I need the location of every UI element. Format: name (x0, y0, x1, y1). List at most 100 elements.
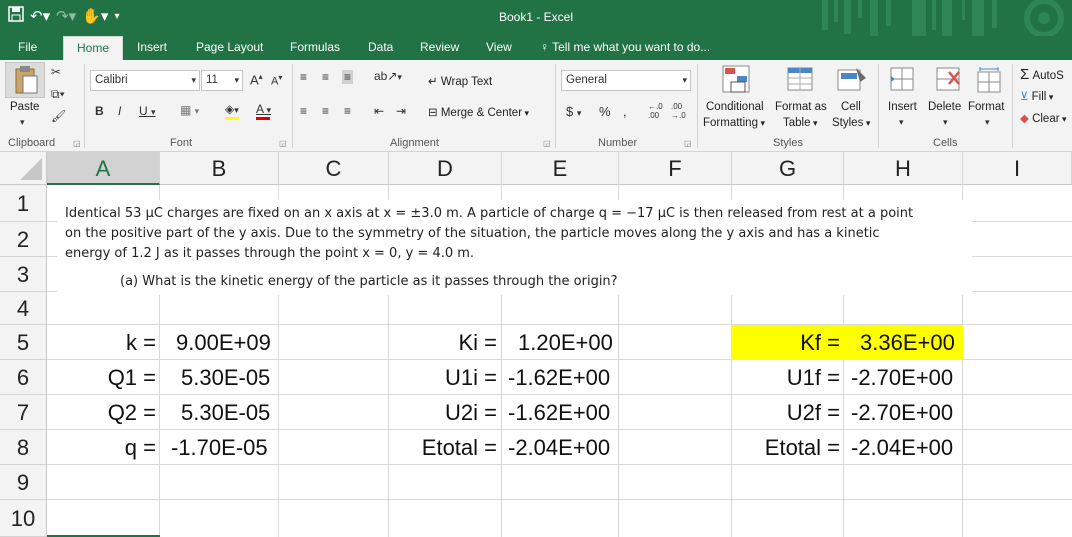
paste-dropdown-icon[interactable]: ▾ (20, 117, 25, 128)
row-header-8[interactable]: 8 (0, 430, 47, 465)
tell-me-search[interactable]: ♀ Tell me what you want to do... (534, 36, 716, 60)
tab-page-layout[interactable]: Page Layout (190, 36, 269, 60)
comma-style-icon[interactable]: , (623, 104, 627, 119)
align-bottom-icon[interactable]: ≡ (342, 70, 354, 84)
fill-button[interactable]: ⊻ Fill ▾ (1020, 89, 1053, 103)
cell-a5[interactable]: k = (48, 325, 156, 360)
cell-e7[interactable]: -1.62E+00 (508, 395, 610, 430)
cell-d5[interactable]: Ki = (390, 325, 497, 360)
fill-color-icon[interactable]: ◈▾ (225, 102, 239, 120)
align-right-icon[interactable]: ≡ (344, 104, 351, 118)
tab-formulas[interactable]: Formulas (284, 36, 346, 60)
align-top-icon[interactable]: ≡ (300, 70, 307, 84)
cell-g7[interactable]: U2f = (733, 395, 840, 430)
row-header-1[interactable]: 1 (0, 185, 47, 222)
format-painter-icon[interactable]: 🖌 (51, 109, 66, 123)
row-header-3[interactable]: 3 (0, 257, 47, 292)
format-button[interactable]: Format (968, 101, 1004, 113)
tab-home[interactable]: Home (63, 36, 123, 60)
italic-icon[interactable]: I (118, 104, 121, 118)
row-header-6[interactable]: 6 (0, 360, 47, 395)
row-header-9[interactable]: 9 (0, 465, 47, 500)
cell-styles-button-line2[interactable]: Styles ▾ (832, 117, 870, 129)
cell-e8[interactable]: -2.04E+00 (508, 430, 610, 465)
select-all-corner[interactable] (0, 152, 47, 185)
autosum-button[interactable]: Σ AutoS (1020, 66, 1064, 83)
font-color-icon[interactable]: A ▾ (256, 102, 271, 120)
borders-icon[interactable]: ▦ ▾ (180, 103, 199, 117)
column-header-a[interactable]: A (47, 152, 160, 185)
font-name-box[interactable]: Calibri ▾ (90, 70, 200, 91)
decrease-indent-icon[interactable]: ⇤ (374, 104, 384, 118)
currency-icon[interactable]: $ ▾ (566, 104, 581, 119)
align-left-icon[interactable]: ≡ (300, 104, 307, 118)
bold-icon[interactable]: B (95, 104, 104, 118)
tab-insert[interactable]: Insert (131, 36, 173, 60)
column-header-d[interactable]: D (389, 152, 502, 185)
alignment-launcher-icon[interactable]: ◲ (543, 139, 551, 148)
wrap-text-button[interactable]: ↵ Wrap Text (428, 74, 492, 88)
problem-statement-image[interactable]: Identical 53 μC charges are fixed on an … (57, 200, 972, 295)
column-header-h[interactable]: H (844, 152, 963, 185)
conditional-formatting-button[interactable]: Conditional (706, 101, 764, 113)
font-launcher-icon[interactable]: ◲ (279, 139, 287, 148)
increase-indent-icon[interactable]: ⇥ (396, 104, 406, 118)
number-launcher-icon[interactable]: ◲ (684, 139, 692, 148)
column-header-i[interactable]: I (963, 152, 1072, 185)
decrease-decimal-icon[interactable]: .00 →.0 (671, 102, 686, 120)
tab-view[interactable]: View (480, 36, 518, 60)
column-header-e[interactable]: E (502, 152, 619, 185)
clipboard-launcher-icon[interactable]: ◲ (73, 139, 81, 148)
decrease-font-icon[interactable]: A▾ (271, 73, 282, 88)
cell-a6[interactable]: Q1 = (48, 360, 156, 395)
format-dropdown-icon[interactable]: ▾ (985, 117, 990, 128)
orientation-icon[interactable]: ab↗▾ (374, 69, 402, 83)
cell-h7[interactable]: -2.70E+00 (851, 395, 953, 430)
cell-b5[interactable]: 9.00E+09 (176, 325, 271, 360)
tab-file[interactable]: File (12, 36, 43, 60)
column-header-g[interactable]: G (732, 152, 844, 185)
cut-icon[interactable]: ✂ (51, 65, 61, 79)
cell-h8[interactable]: -2.04E+00 (851, 430, 953, 465)
cell-b8[interactable]: -1.70E-05 (171, 430, 268, 465)
insert-button[interactable]: Insert (888, 101, 917, 113)
row-header-5[interactable]: 5 (0, 325, 47, 360)
column-header-c[interactable]: C (279, 152, 389, 185)
underline-icon[interactable]: U ▾ (139, 104, 156, 118)
percent-icon[interactable]: % (599, 104, 611, 119)
cell-h5[interactable]: 3.36E+00 (860, 325, 955, 360)
cell-a7[interactable]: Q2 = (48, 395, 156, 430)
paste-button[interactable]: Paste (10, 101, 39, 113)
cell-styles-button[interactable]: Cell (841, 101, 861, 113)
format-as-table-button-line2[interactable]: Table ▾ (783, 117, 818, 129)
cell-e5[interactable]: 1.20E+00 (518, 325, 613, 360)
font-size-box[interactable]: 11 ▾ (201, 70, 243, 91)
increase-decimal-icon[interactable]: ←.0.00 (648, 102, 663, 120)
align-center-icon[interactable]: ≡ (322, 104, 329, 118)
clear-button[interactable]: ◆ Clear ▾ (1020, 111, 1067, 125)
column-header-f[interactable]: F (619, 152, 732, 185)
row-header-10[interactable]: 10 (0, 500, 47, 537)
row-header-7[interactable]: 7 (0, 395, 47, 430)
cell-d8[interactable]: Etotal = (390, 430, 497, 465)
format-as-table-button[interactable]: Format as (775, 101, 827, 113)
cell-g6[interactable]: U1f = (733, 360, 840, 395)
number-format-box[interactable]: General ▾ (561, 70, 691, 91)
conditional-formatting-button-line2[interactable]: Formatting ▾ (703, 117, 765, 129)
cell-e6[interactable]: -1.62E+00 (508, 360, 610, 395)
insert-dropdown-icon[interactable]: ▾ (899, 117, 904, 128)
row-header-4[interactable]: 4 (0, 292, 47, 325)
paste-icon[interactable] (5, 62, 45, 98)
cell-g8[interactable]: Etotal = (733, 430, 840, 465)
tab-data[interactable]: Data (362, 36, 399, 60)
delete-button[interactable]: Delete (928, 101, 961, 113)
cell-d6[interactable]: U1i = (390, 360, 497, 395)
cell-b7[interactable]: 5.30E-05 (181, 395, 270, 430)
delete-dropdown-icon[interactable]: ▾ (943, 117, 948, 128)
cell-h6[interactable]: -2.70E+00 (851, 360, 953, 395)
cell-d7[interactable]: U2i = (390, 395, 497, 430)
tab-review[interactable]: Review (414, 36, 465, 60)
cell-a8[interactable]: q = (48, 430, 156, 465)
merge-center-button[interactable]: ⊟ Merge & Center ▾ (428, 105, 529, 119)
cell-g5[interactable]: Kf = (733, 325, 840, 360)
